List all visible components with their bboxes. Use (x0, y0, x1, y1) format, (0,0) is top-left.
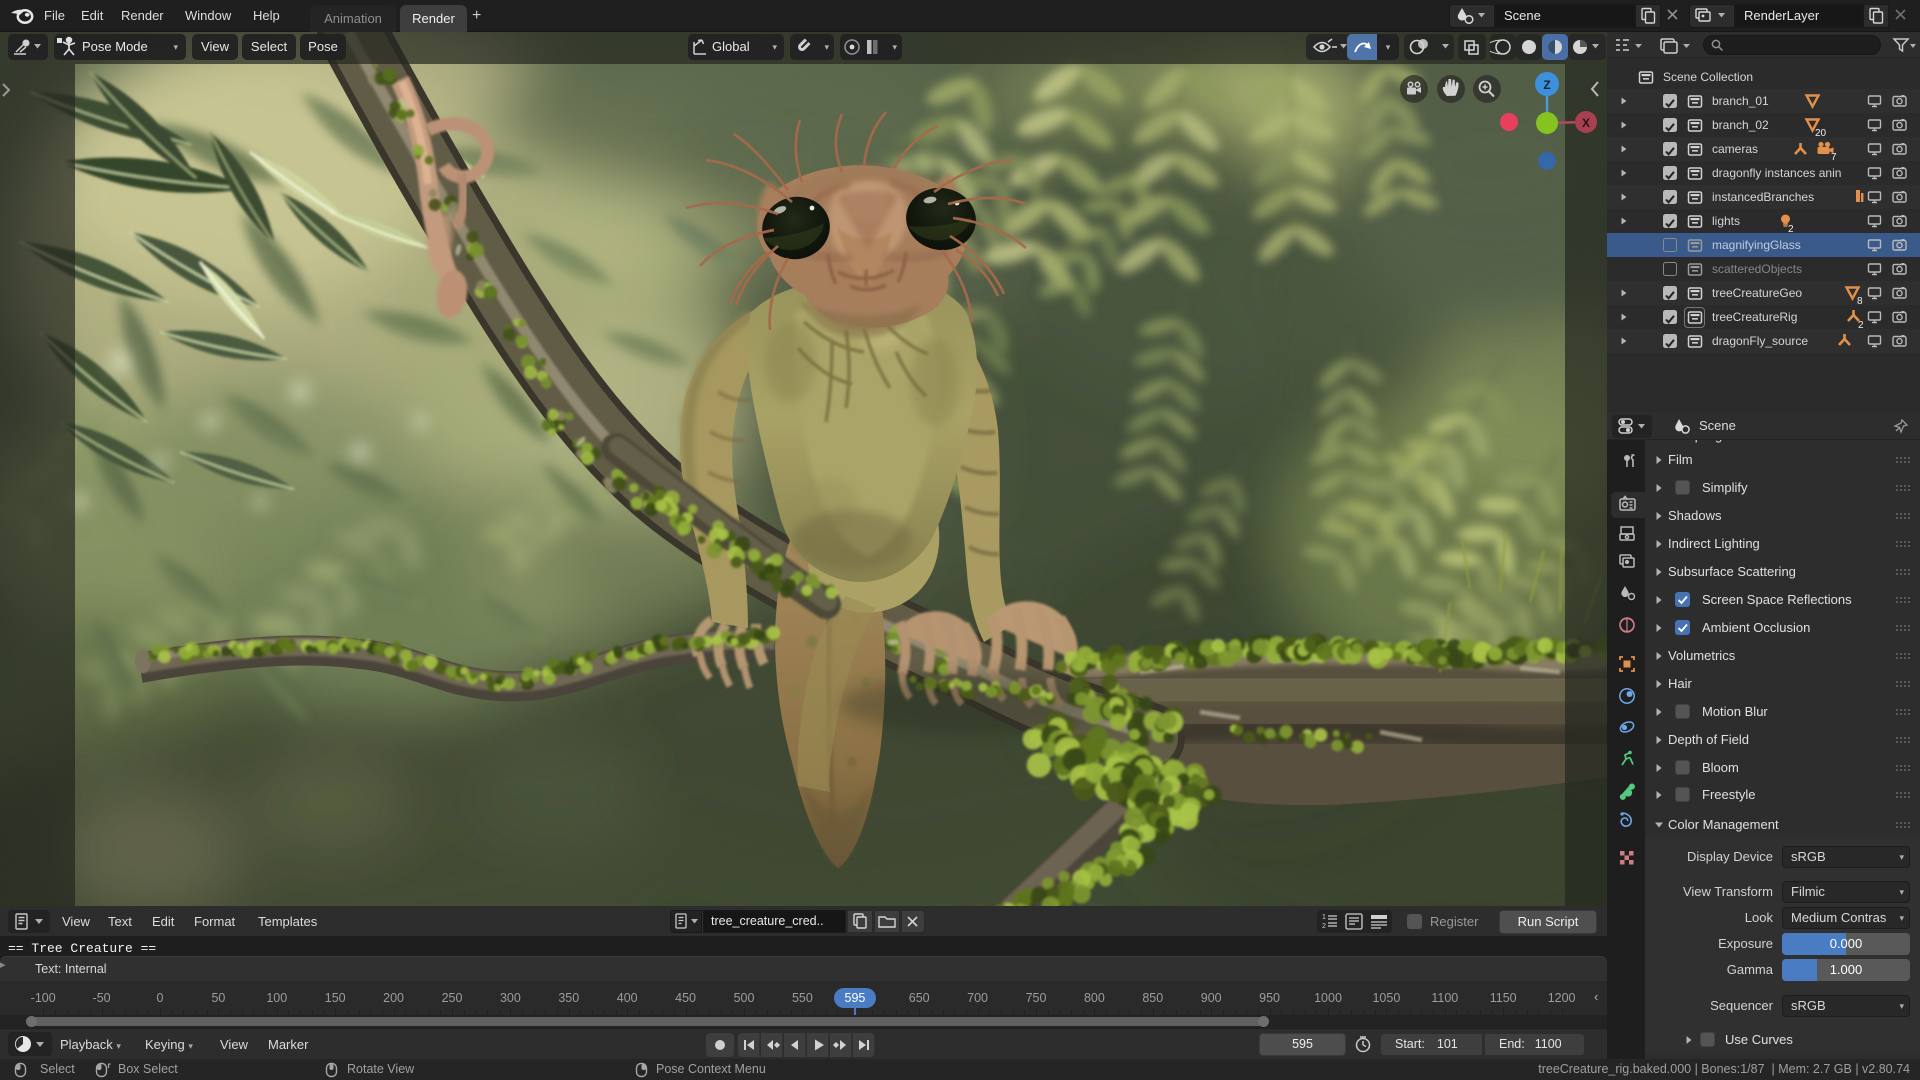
svg-text:Z: Z (1543, 78, 1550, 92)
svg-text:1: 1 (1322, 914, 1326, 921)
svg-text:2: 2 (1322, 923, 1326, 930)
svg-text:X: X (1582, 116, 1590, 130)
